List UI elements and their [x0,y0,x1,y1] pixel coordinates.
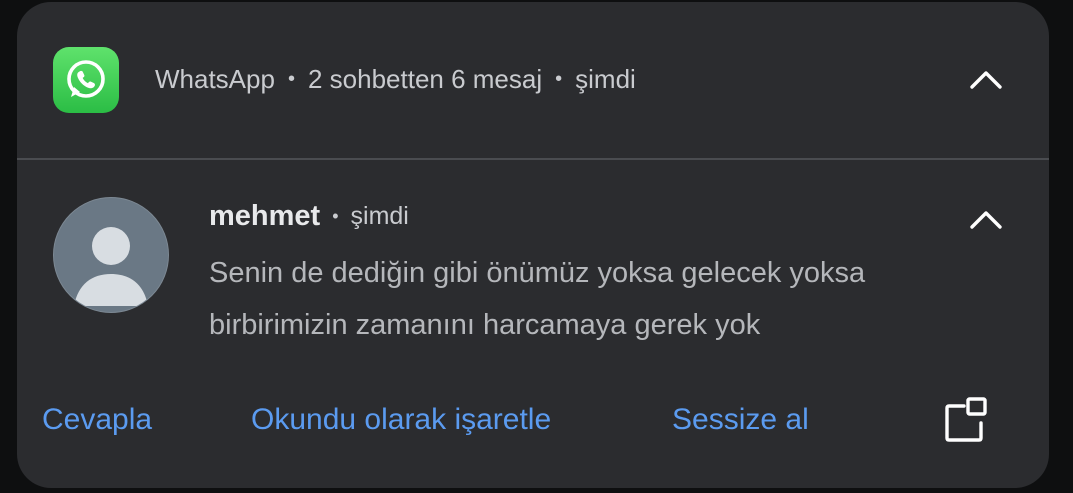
app-name: WhatsApp [155,64,275,94]
avatar [53,197,169,313]
message-sender-line: mehmet • şimdi [209,200,409,233]
separator-dot: • [332,206,339,226]
notification-header[interactable]: WhatsApp • 2 sohbetten 6 mesaj • şimdi [17,2,1049,159]
collapse-message-button[interactable] [966,200,1006,240]
mute-button[interactable]: Sessize al [672,403,809,437]
bubble-button[interactable] [944,397,988,443]
notification-header-text: WhatsApp • 2 sohbetten 6 mesaj • şimdi [155,64,636,95]
header-divider [17,158,1049,160]
mark-as-read-button[interactable]: Okundu olarak işaretle [251,403,551,437]
chevron-up-icon [970,71,1002,89]
collapse-notification-button[interactable] [966,60,1006,100]
message-summary: 2 sohbetten 6 mesaj [307,64,543,94]
separator-dot: • [287,68,295,90]
bubble-icon [945,397,987,442]
message-text: Senin de dediğin gibi önümüz yoksa gelec… [209,257,866,341]
sender-name: mehmet [209,200,321,232]
message-time: şimdi [350,202,409,230]
notification-card[interactable]: WhatsApp • 2 sohbetten 6 mesaj • şimdi m… [17,2,1049,488]
whatsapp-icon [53,47,119,113]
notification-actions: Cevapla Okundu olarak işaretle Sessize a… [17,397,1049,447]
separator-dot: • [555,68,563,90]
header-time: şimdi [575,64,636,94]
default-avatar-icon [74,227,148,306]
reply-button[interactable]: Cevapla [42,403,152,437]
chevron-up-icon [970,211,1002,229]
